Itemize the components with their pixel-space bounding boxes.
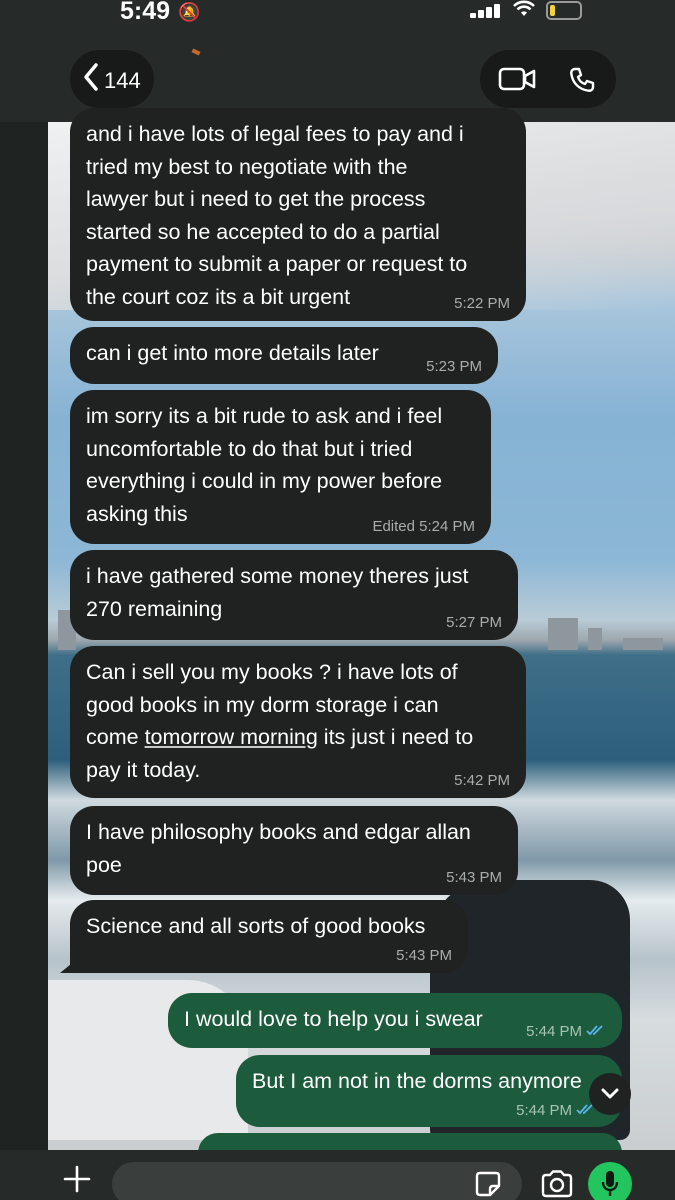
chevron-left-icon [82,62,100,98]
message-input[interactable] [112,1162,522,1200]
message-text: i have gathered some money theres just 2… [86,564,469,621]
video-camera-icon[interactable] [498,67,536,96]
status-time: 5:49 [120,0,171,25]
message-bubble-incoming[interactable]: Science and all sorts of good books 5:43… [60,900,468,973]
camera-icon[interactable] [540,1170,574,1200]
message-time: 5:42 PM [454,772,510,789]
phone-icon[interactable] [568,66,596,99]
bubble-tail [60,955,82,973]
message-text: im sorry its a bit rude to ask and i fee… [86,404,443,526]
microphone-icon [601,1170,619,1200]
message-text: I have philosophy books and edgar allan … [86,820,471,877]
chat-screen: 5:49 🔕 144 and i have lots of legal fees… [0,0,675,1200]
battery-icon [546,1,582,20]
unread-count: 144 [104,68,141,93]
bell-muted-icon: 🔕 [178,2,201,22]
message-time: 5:43 PM [396,947,452,964]
message-text: can i get into more details later [86,341,379,365]
message-bubble-outgoing[interactable]: I would love to help you i swear 5:44 PM [168,993,622,1048]
signal-icon [470,4,504,18]
message-text: Can i sell you my books ? i have lots of… [86,656,510,786]
message-time: Edited 5:24 PM [372,518,475,535]
message-time: 5:27 PM [446,614,502,631]
message-time: 5:23 PM [426,358,482,375]
message-bubble-incoming[interactable]: can i get into more details later 5:23 P… [70,327,498,384]
message-time: 5:22 PM [454,295,510,312]
back-button[interactable]: 144 [70,50,154,108]
plus-icon[interactable] [62,1164,92,1199]
message-time: 5:44 PM [516,1102,596,1120]
message-time: 5:43 PM [446,869,502,886]
date-link[interactable]: tomorrow morning [145,725,318,749]
wifi-icon [512,0,536,24]
chevron-down-icon [600,1087,620,1106]
message-text: But I am not in the dorms anymore [252,1069,582,1093]
compose-bar [0,1150,675,1200]
message-bubble-incoming[interactable]: I have philosophy books and edgar allan … [70,806,518,895]
message-bubble-incoming[interactable]: Can i sell you my books ? i have lots of… [70,646,526,798]
wallpaper-frame [0,120,48,1200]
message-time-label: 5:44 PM [526,1023,582,1040]
message-time: 5:44 PM [526,1023,606,1041]
sticker-icon[interactable] [474,1170,502,1200]
message-text: Science and all sorts of good books [86,914,426,938]
microphone-button[interactable] [588,1162,632,1200]
message-text: and i have lots of legal fees to pay and… [86,122,468,309]
double-check-icon [586,1023,606,1041]
message-time-label: 5:44 PM [516,1102,572,1119]
contact-avatar-fragment [191,48,201,56]
message-bubble-outgoing[interactable]: But I am not in the dorms anymore 5:44 P… [236,1055,622,1127]
scroll-down-button[interactable] [589,1073,631,1115]
status-bar: 5:49 🔕 [0,0,675,46]
message-bubble-incoming[interactable]: and i have lots of legal fees to pay and… [70,108,526,321]
message-bubble-incoming[interactable]: im sorry its a bit rude to ask and i fee… [70,390,491,544]
call-actions [480,50,616,108]
message-bubble-incoming[interactable]: i have gathered some money theres just 2… [70,550,518,640]
